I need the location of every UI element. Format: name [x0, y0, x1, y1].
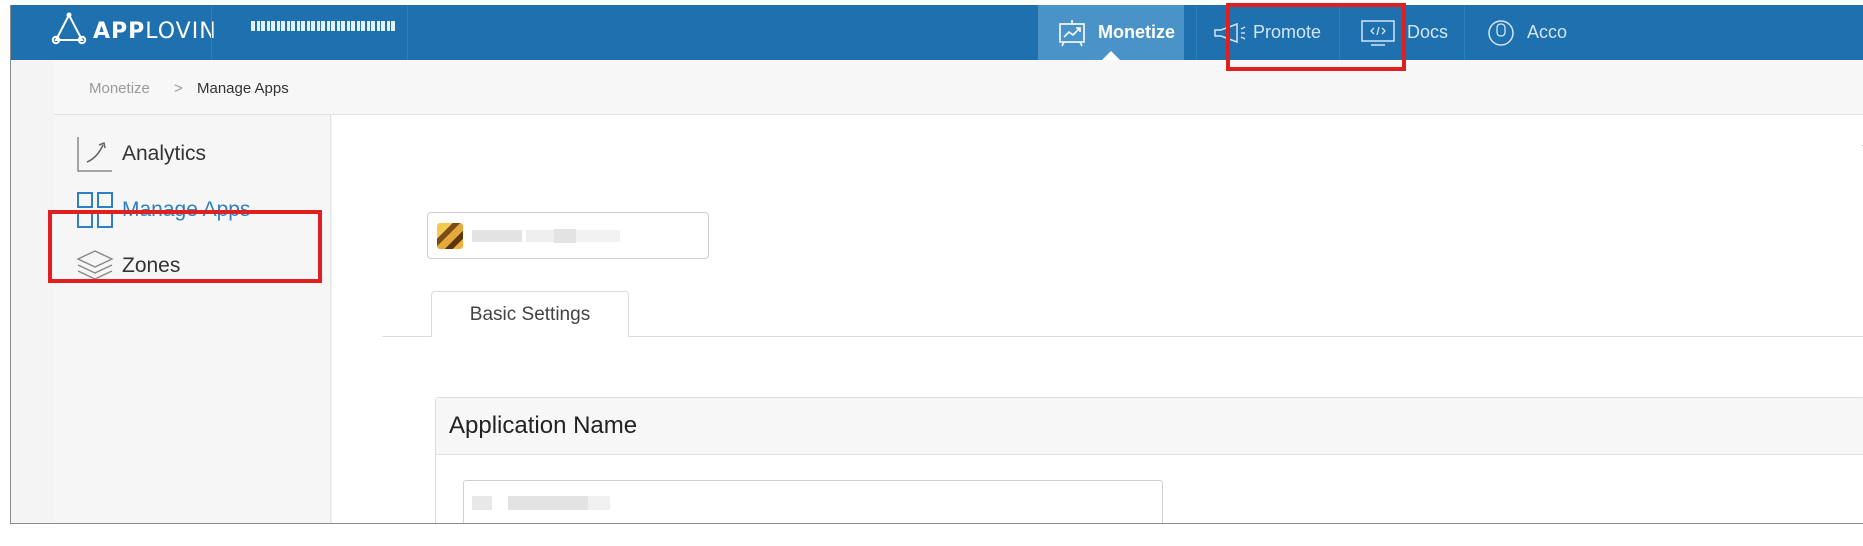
highlight-box-monetize	[1226, 3, 1406, 71]
account-user-icon	[1487, 19, 1515, 47]
tab-basic-settings[interactable]: Basic Settings	[431, 291, 629, 337]
breadcrumb-current: Manage Apps	[197, 80, 289, 97]
nav-docs-label: Docs	[1407, 22, 1449, 42]
breadcrumb-separator: >	[174, 80, 183, 97]
nav-account[interactable]: Acco	[1487, 5, 1567, 60]
redacted-input-value	[588, 496, 610, 510]
active-caret	[1102, 51, 1120, 60]
app-icon	[437, 223, 463, 249]
breadcrumb: Monetize > Manage Apps	[54, 60, 1863, 115]
divider	[1196, 5, 1197, 60]
analytics-chart-icon	[74, 133, 116, 175]
divider	[1464, 5, 1465, 60]
highlight-box-manage-apps	[48, 210, 322, 283]
panel-header: Application Name	[436, 398, 1863, 455]
brand-wordmark: APPLOVIN	[93, 18, 217, 44]
sidebar: Analytics Manage Apps Zones	[54, 115, 331, 524]
redacted-input-value	[472, 496, 492, 510]
applovin-triangle-logo-icon	[51, 12, 87, 51]
application-name-input[interactable]	[463, 480, 1163, 524]
nav-account-label: Acco	[1527, 22, 1568, 42]
panel-title: Application Name	[449, 412, 638, 439]
divider	[407, 5, 408, 60]
brand-logo[interactable]: APPLOVIN	[51, 11, 217, 51]
redacted-app-name	[554, 229, 576, 243]
nav-monetize-label: Monetize	[1098, 22, 1176, 42]
frame-border	[10, 523, 1863, 524]
redacted-app-name	[472, 230, 522, 242]
sidebar-item-analytics[interactable]: Analytics	[74, 129, 206, 179]
top-navigation-bar: APPLOVIN Monetize Promote Docs Acco	[11, 5, 1863, 60]
app-selector[interactable]	[427, 212, 709, 259]
nav-monetize[interactable]: Monetize	[1038, 5, 1184, 60]
main-content: Basic Settings Application Name	[332, 115, 1863, 524]
redacted-app-name	[526, 230, 556, 242]
monetize-chart-icon	[1058, 19, 1086, 47]
sidebar-item-analytics-label: Analytics	[122, 142, 207, 165]
redacted-input-value	[508, 496, 588, 510]
divider	[211, 5, 212, 60]
breadcrumb-monetize[interactable]: Monetize	[89, 80, 150, 97]
application-name-panel: Application Name	[435, 397, 1863, 524]
redacted-account-name	[251, 21, 396, 31]
